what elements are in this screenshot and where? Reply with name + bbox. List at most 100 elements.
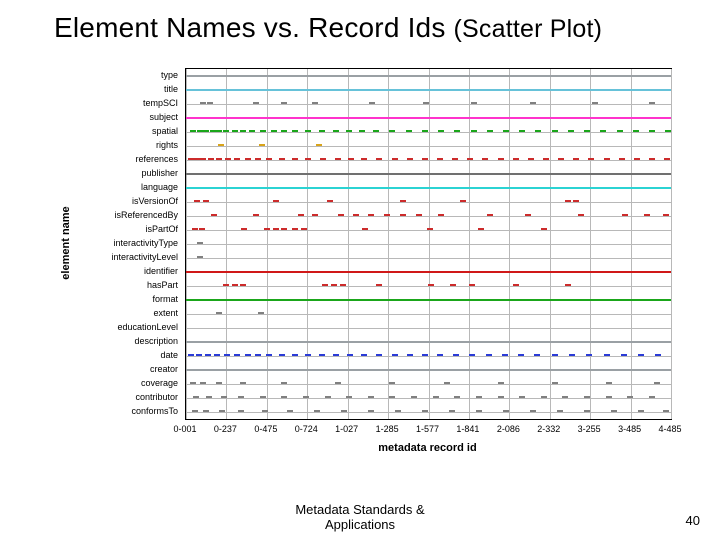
point xyxy=(255,354,261,356)
point xyxy=(238,410,244,412)
point xyxy=(347,354,353,356)
point xyxy=(353,214,359,216)
point xyxy=(530,102,536,104)
point xyxy=(543,158,549,160)
point xyxy=(422,354,428,356)
point xyxy=(663,410,669,412)
point xyxy=(203,130,209,132)
point xyxy=(225,158,231,160)
x-tick-labels: 0-0010-2370-4750-7241-0271-2851-5771-841… xyxy=(185,424,670,440)
point xyxy=(234,354,240,356)
point xyxy=(469,284,475,286)
x-tick: 3-485 xyxy=(618,424,641,434)
point xyxy=(584,130,590,132)
point xyxy=(586,354,592,356)
x-tick: 1-841 xyxy=(456,424,479,434)
point xyxy=(301,228,307,230)
point xyxy=(253,102,259,104)
point xyxy=(568,130,574,132)
y-tick: language xyxy=(141,182,178,192)
y-tick: rights xyxy=(156,140,178,150)
point xyxy=(224,354,230,356)
x-tick: 2-086 xyxy=(497,424,520,434)
point xyxy=(557,410,563,412)
point xyxy=(487,130,493,132)
point xyxy=(335,158,341,160)
point xyxy=(249,130,255,132)
point xyxy=(241,228,247,230)
point xyxy=(376,354,382,356)
point xyxy=(219,410,225,412)
point xyxy=(234,158,240,160)
series-subject xyxy=(186,117,671,119)
point xyxy=(253,214,259,216)
y-tick: creator xyxy=(150,364,178,374)
point xyxy=(437,354,443,356)
x-tick: 1-027 xyxy=(335,424,358,434)
point xyxy=(611,410,617,412)
series-title xyxy=(186,89,671,91)
point xyxy=(422,130,428,132)
point xyxy=(654,382,660,384)
point xyxy=(604,158,610,160)
point xyxy=(199,228,205,230)
point xyxy=(333,130,339,132)
point xyxy=(368,410,374,412)
y-tick: extent xyxy=(153,308,178,318)
point xyxy=(373,130,379,132)
point xyxy=(621,354,627,356)
point xyxy=(665,130,671,132)
point xyxy=(312,102,318,104)
point xyxy=(376,284,382,286)
point xyxy=(552,354,558,356)
point xyxy=(221,396,227,398)
point xyxy=(552,382,558,384)
x-tick: 0-475 xyxy=(254,424,277,434)
y-tick: subject xyxy=(149,112,178,122)
y-tick: identifier xyxy=(144,266,178,276)
x-tick: 1-577 xyxy=(416,424,439,434)
point xyxy=(214,354,220,356)
point xyxy=(525,214,531,216)
point xyxy=(327,200,333,202)
point xyxy=(411,396,417,398)
point xyxy=(264,228,270,230)
point xyxy=(196,354,202,356)
point xyxy=(240,130,246,132)
point xyxy=(273,200,279,202)
point xyxy=(503,130,509,132)
point xyxy=(266,354,272,356)
series-identifier xyxy=(186,271,671,273)
point xyxy=(588,158,594,160)
point xyxy=(271,130,277,132)
point xyxy=(206,396,212,398)
y-tick: isReferencedBy xyxy=(114,210,178,220)
point xyxy=(346,130,352,132)
y-tick: references xyxy=(135,154,178,164)
point xyxy=(376,158,382,160)
point xyxy=(359,130,365,132)
y-tick: interactivityType xyxy=(113,238,178,248)
slide-footer: Metadata Standards & Applications xyxy=(0,503,720,532)
point xyxy=(292,354,298,356)
point xyxy=(519,396,525,398)
point xyxy=(279,354,285,356)
point xyxy=(407,158,413,160)
point xyxy=(262,410,268,412)
point xyxy=(476,396,482,398)
point xyxy=(331,284,337,286)
series-format xyxy=(186,299,671,301)
point xyxy=(617,130,623,132)
point xyxy=(638,354,644,356)
y-tick-labels: typetitletempSCIsubjectspatialrightsrefe… xyxy=(52,68,182,418)
point xyxy=(655,354,661,356)
point xyxy=(528,158,534,160)
point xyxy=(644,214,650,216)
point xyxy=(240,382,246,384)
point xyxy=(281,228,287,230)
point xyxy=(478,228,484,230)
y-tick: publisher xyxy=(141,168,178,178)
point xyxy=(292,228,298,230)
y-tick: hasPart xyxy=(147,280,178,290)
point xyxy=(200,382,206,384)
